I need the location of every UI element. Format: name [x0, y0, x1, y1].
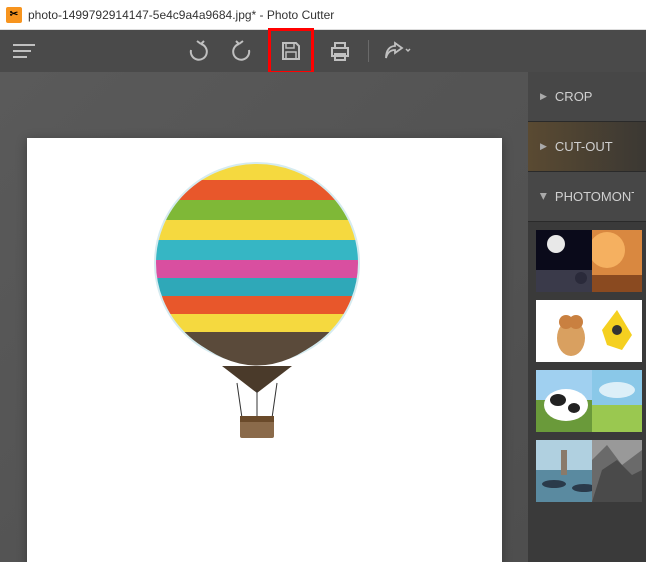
panel-label: CUT-OUT: [555, 139, 613, 154]
share-button[interactable]: [379, 33, 415, 69]
window-title: photo-1499792914147-5e4c9a4a9684.jpg* - …: [28, 8, 334, 22]
undo-button[interactable]: [180, 33, 216, 69]
undo-icon: [187, 40, 209, 62]
print-button[interactable]: [322, 33, 358, 69]
redo-button[interactable]: [224, 33, 260, 69]
share-icon: [383, 40, 411, 62]
app-window: ✂ photo-1499792914147-5e4c9a4a9684.jpg* …: [0, 0, 646, 562]
titlebar: ✂ photo-1499792914147-5e4c9a4a9684.jpg* …: [0, 0, 646, 30]
thumbnail-grid: [528, 222, 646, 510]
thumbnail-splash[interactable]: [592, 300, 642, 362]
save-button[interactable]: [273, 33, 309, 69]
save-icon: [280, 40, 302, 62]
canvas[interactable]: [27, 138, 502, 562]
app-icon: ✂: [6, 7, 22, 23]
panel-cutout[interactable]: ▶ CUT-OUT: [528, 122, 646, 172]
thumbnail-rock[interactable]: [592, 440, 642, 502]
balloon-image: [137, 158, 377, 463]
chevron-down-icon: ▶: [538, 193, 549, 200]
panel-label: PHOTOMONTAGE: [555, 189, 634, 204]
toolbar-divider: [368, 40, 369, 62]
redo-icon: [231, 40, 253, 62]
chevron-right-icon: ▶: [540, 91, 547, 102]
menu-button[interactable]: [10, 37, 38, 65]
panel-label: CROP: [555, 89, 593, 104]
chevron-right-icon: ▶: [540, 141, 547, 152]
thumbnail-field[interactable]: [592, 370, 642, 432]
save-highlight: [268, 28, 314, 74]
print-icon: [329, 40, 351, 62]
canvas-area: [0, 72, 528, 562]
toolbar-center: [180, 28, 415, 74]
thumbnail-planet[interactable]: [592, 230, 642, 292]
body: ▶ CROP ▶ CUT-OUT ▶ PHOTOMONTAGE: [0, 72, 646, 562]
hamburger-icon: [13, 43, 35, 59]
panel-photomontage[interactable]: ▶ PHOTOMONTAGE: [528, 172, 646, 222]
panel-crop[interactable]: ▶ CROP: [528, 72, 646, 122]
sidebar: ▶ CROP ▶ CUT-OUT ▶ PHOTOMONTAGE: [528, 72, 646, 562]
toolbar: [0, 30, 646, 72]
